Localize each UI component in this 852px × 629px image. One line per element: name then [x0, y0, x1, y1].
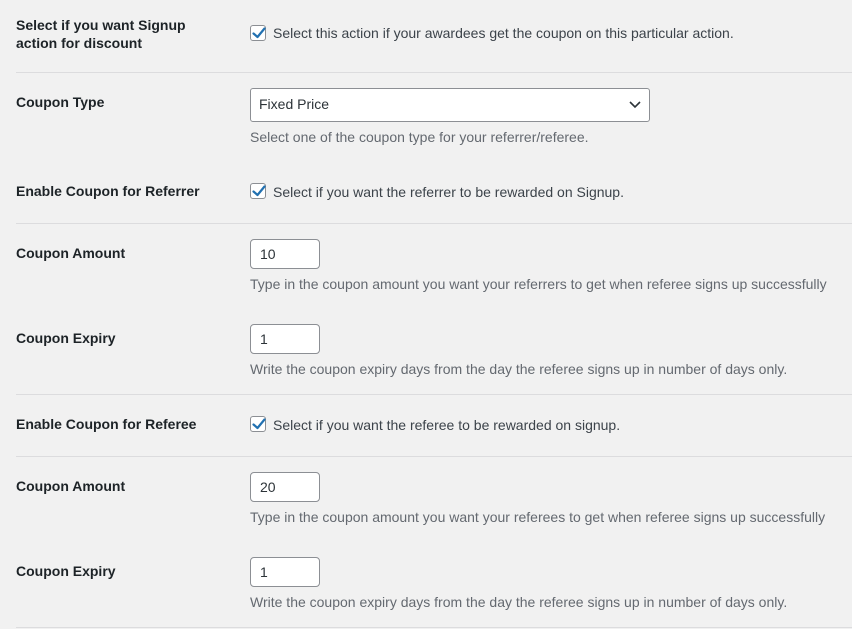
referee-coupon-amount-label: Coupon Amount — [16, 477, 216, 495]
referee-coupon-amount-description: Type in the coupon amount you want your … — [250, 508, 825, 526]
chevron-down-icon — [629, 100, 641, 110]
enable-referrer-checkbox[interactable] — [250, 183, 266, 199]
referee-coupon-expiry-label: Coupon Expiry — [16, 562, 216, 580]
referrer-coupon-expiry-label: Coupon Expiry — [16, 329, 216, 347]
enable-referrer-checkbox-text: Select if you want the referrer to be re… — [273, 183, 624, 201]
referee-coupon-amount-input[interactable]: 20 — [250, 472, 320, 502]
settings-form: Select if you want Signup action for dis… — [0, 0, 852, 629]
signup-action-label-line1: Select if you want Signup — [16, 16, 216, 34]
signup-action-label: Select if you want Signup action for dis… — [16, 16, 216, 52]
divider — [16, 456, 852, 457]
divider — [16, 223, 852, 224]
referee-coupon-amount-value: 20 — [260, 479, 276, 495]
checkmark-icon — [250, 24, 268, 42]
coupon-type-selected-value: Fixed Price — [259, 96, 329, 112]
divider — [16, 627, 852, 628]
referrer-coupon-expiry-input[interactable]: 1 — [250, 324, 320, 354]
referrer-coupon-amount-description: Type in the coupon amount you want your … — [250, 275, 827, 293]
checkmark-icon — [250, 182, 268, 200]
signup-action-checkbox[interactable] — [250, 25, 266, 41]
referrer-coupon-amount-value: 10 — [260, 246, 276, 262]
enable-referee-label: Enable Coupon for Referee — [16, 415, 216, 433]
enable-referee-checkbox[interactable] — [250, 416, 266, 432]
referrer-coupon-expiry-description: Write the coupon expiry days from the da… — [250, 360, 787, 378]
enable-referrer-label: Enable Coupon for Referrer — [16, 182, 216, 200]
referee-coupon-expiry-value: 1 — [260, 564, 268, 580]
referrer-coupon-expiry-value: 1 — [260, 331, 268, 347]
referrer-coupon-amount-label: Coupon Amount — [16, 244, 216, 262]
divider — [16, 394, 852, 395]
signup-action-checkbox-text: Select this action if your awardees get … — [273, 24, 734, 42]
coupon-type-description: Select one of the coupon type for your r… — [250, 128, 589, 146]
checkmark-icon — [250, 415, 268, 433]
divider — [16, 72, 852, 73]
enable-referee-checkbox-text: Select if you want the referee to be rew… — [273, 416, 620, 434]
referee-coupon-expiry-input[interactable]: 1 — [250, 557, 320, 587]
referee-coupon-expiry-description: Write the coupon expiry days from the da… — [250, 593, 787, 611]
signup-action-label-line2: action for discount — [16, 34, 216, 52]
coupon-type-select[interactable]: Fixed Price — [250, 88, 650, 122]
referrer-coupon-amount-input[interactable]: 10 — [250, 239, 320, 269]
coupon-type-label: Coupon Type — [16, 93, 216, 111]
